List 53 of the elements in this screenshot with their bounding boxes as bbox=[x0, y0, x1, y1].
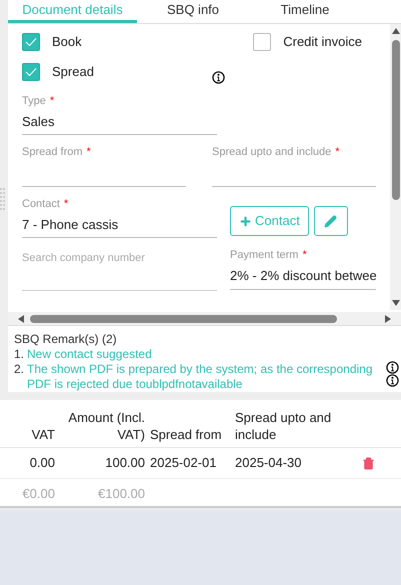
tab[interactable]: SBQ info bbox=[137, 0, 249, 23]
info-icon[interactable] bbox=[386, 361, 399, 374]
check-icon bbox=[25, 36, 37, 47]
table-cell-text: 0.00 bbox=[28, 454, 55, 472]
tab[interactable]: Timeline bbox=[249, 0, 361, 23]
edit-button[interactable] bbox=[314, 206, 348, 236]
column-header: VAT bbox=[30, 426, 55, 443]
checkbox-label: Book bbox=[52, 33, 82, 51]
field-label: Spread upto and include bbox=[212, 145, 332, 160]
company-search-field[interactable]: Search company number bbox=[22, 247, 217, 291]
remarks-title: SBQ Remark(s) (2) bbox=[14, 332, 118, 347]
table-cell-text: €100.00 bbox=[97, 485, 145, 504]
column-header: Spread from bbox=[149, 426, 223, 443]
type-select[interactable]: Sales bbox=[22, 109, 217, 135]
scroll-up-icon[interactable] bbox=[392, 28, 400, 34]
pencil-icon bbox=[324, 214, 338, 228]
vertical-scrollbar[interactable] bbox=[390, 24, 401, 310]
table-cell-text: €0.00 bbox=[21, 485, 55, 504]
scroll-down-icon[interactable] bbox=[392, 300, 400, 306]
list-number: 1. bbox=[14, 347, 24, 362]
field-label: Type bbox=[22, 94, 46, 108]
list-number: 2. bbox=[14, 362, 24, 378]
remark-text: The shown PDF is prepared by the system; as the corresponding PDF is rejected due toublpdfnotavailable bbox=[27, 362, 374, 392]
info-icon[interactable] bbox=[212, 70, 225, 84]
checkbox[interactable] bbox=[22, 63, 40, 81]
plus-icon bbox=[239, 214, 252, 228]
field-label: Spread from bbox=[22, 145, 83, 160]
table-cell-text: 2025-02-01 bbox=[149, 454, 218, 472]
drag-handle-icon[interactable] bbox=[0, 187, 6, 213]
remark-text: New contact suggested bbox=[27, 347, 152, 362]
required-mark: * bbox=[64, 196, 68, 212]
checkbox[interactable] bbox=[22, 32, 40, 51]
check-icon bbox=[25, 67, 37, 77]
field-label: Contact bbox=[22, 196, 60, 212]
contact-select[interactable]: 7 - Phone cassis bbox=[22, 212, 217, 238]
scroll-left-icon[interactable] bbox=[18, 314, 24, 322]
horizontal-scrollbar[interactable] bbox=[8, 312, 401, 326]
scroll-right-icon[interactable] bbox=[385, 314, 391, 322]
delete-icon[interactable] bbox=[362, 456, 375, 470]
required-mark: * bbox=[50, 94, 54, 108]
table-cell-text: 2025-04-30 bbox=[235, 454, 302, 472]
checkbox-label: Credit invoice bbox=[283, 33, 362, 51]
column-header: Spread upto and include bbox=[235, 409, 332, 443]
required-mark: * bbox=[86, 145, 91, 160]
checkbox-label: Spread bbox=[52, 63, 94, 82]
column-header: Amount (Incl. VAT) bbox=[67, 409, 145, 443]
info-icon[interactable] bbox=[386, 374, 399, 387]
field-label: Payment term bbox=[230, 248, 298, 263]
required-mark: * bbox=[302, 248, 307, 263]
payment-term-select[interactable]: 2% - 2% discount betwee bbox=[230, 264, 376, 290]
checkbox[interactable] bbox=[253, 32, 272, 51]
required-mark: * bbox=[335, 145, 340, 160]
table-cell-text: 100.00 bbox=[104, 454, 145, 472]
